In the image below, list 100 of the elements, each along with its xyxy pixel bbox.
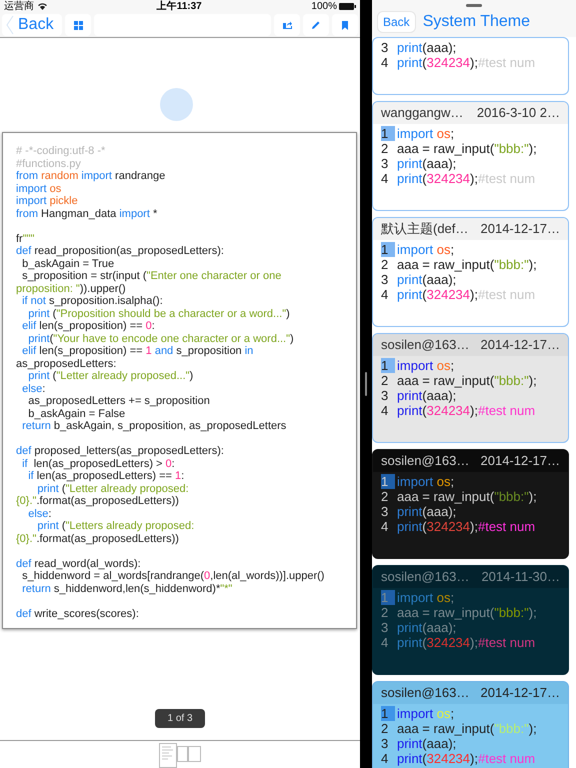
code-line: elif len(s_proposition) == 1 and s_proposition in	[21, 345, 254, 358]
code-line: if not s_proposition.isalpha():	[21, 295, 164, 308]
code-line: print ("Proposition should be a character or a word...")	[27, 308, 291, 320]
code-line: import os;	[397, 358, 454, 373]
theme-card[interactable]: sosilen@163… 2014-11-30… 1 import os; 2 aaa = raw_input("bbb:"); 3 print(aaa); 4 print(324234);#test num	[372, 565, 569, 675]
code-line: {0}.".format(as_proposedLetters))	[16, 532, 180, 545]
line-number: 2	[381, 605, 390, 620]
theme-date: 2014-12-17…	[480, 336, 560, 354]
edit-button[interactable]	[303, 14, 329, 36]
theme-date: 2014-12-17…	[480, 220, 560, 238]
bookmark-button[interactable]	[332, 14, 358, 36]
pencil-icon	[312, 21, 320, 29]
line-number: 1	[381, 358, 395, 373]
carrier-label: 运营商	[4, 0, 34, 14]
code-line: else:	[27, 508, 52, 520]
code-line: aaa = raw_input("bbb:");	[397, 605, 537, 620]
code-line: print(aaa);	[397, 504, 456, 519]
line-number: 3	[381, 504, 390, 519]
code-line: print(324234);#test num	[397, 519, 536, 534]
bookmark-icon	[342, 20, 348, 30]
code-line: import pickle	[16, 195, 79, 208]
code-line: #functions.py	[16, 158, 82, 170]
line-number: 1	[381, 242, 395, 257]
code-line: print(324234);#test num	[397, 403, 536, 418]
code-line: aaa = raw_input("bbb:");	[397, 257, 537, 272]
line-number: 2	[381, 721, 390, 736]
theme-name: sosilen@163…	[381, 684, 470, 702]
theme-date: 2016-3-10 2…	[476, 104, 560, 122]
code-line: print(aaa);	[397, 620, 456, 635]
code-line: s_proposition = str(input ("Enter one character or one	[21, 270, 282, 282]
line-number: 4	[381, 519, 390, 534]
code-line: aaa = raw_input("bbb:");	[397, 489, 537, 504]
code-line: fr"""	[16, 232, 36, 245]
code-line: return b_askAgain, s_proposition, as_proposedLetters	[21, 420, 288, 432]
code-line: as_proposedLetters:	[16, 358, 118, 370]
code-line: from Hangman_data import *	[16, 208, 158, 220]
code-line: if len(as_proposedLetters) == 1:	[27, 470, 186, 482]
code-line: def read_proposition(as_proposedLetters):	[16, 245, 225, 258]
battery-icon	[338, 3, 356, 10]
chevron-left-icon	[6, 15, 14, 35]
theme-name: sosilen@163…	[381, 568, 470, 586]
share-button[interactable]	[274, 14, 300, 36]
code-line: import os;	[397, 706, 454, 721]
touch-indicator	[160, 88, 193, 121]
code-line: import os;	[397, 474, 454, 489]
code-line: print(aaa);	[397, 736, 456, 751]
code-line: aaa = raw_input("bbb:");	[397, 141, 537, 156]
line-number: 2	[381, 373, 390, 388]
grid-icon	[74, 20, 82, 30]
page-thumbnails-icon[interactable]	[159, 743, 201, 768]
code-line: print(324234);#test num	[397, 635, 536, 650]
line-number: 3	[381, 40, 390, 55]
code-line: print(324234);#test num	[397, 751, 536, 766]
line-number: 3	[381, 272, 390, 287]
line-number: 3	[381, 388, 390, 403]
code-line: import os;	[397, 242, 454, 257]
split-handle[interactable]	[365, 372, 367, 396]
code-line: b_askAgain = True	[21, 258, 116, 270]
code-line: print(aaa);	[397, 272, 456, 287]
code-line: elif len(s_proposition) == 0:	[21, 320, 156, 332]
title-field[interactable]	[94, 14, 271, 36]
line-number: 2	[381, 489, 390, 504]
code-line: print(aaa);	[397, 156, 456, 171]
panel-title: System Theme	[422, 12, 530, 32]
line-number: 2	[381, 257, 390, 272]
line-number: 1	[381, 126, 395, 141]
battery-percent: 100%	[311, 0, 337, 14]
code-line: import os;	[397, 590, 454, 605]
back-button[interactable]: Back	[2, 14, 62, 36]
code-line: # -*-coding:utf-8 -*	[16, 145, 106, 158]
code-line: import os;	[397, 126, 454, 141]
theme-card[interactable]: sosilen@163… 2014-12-17… 1 import os; 2 aaa = raw_input("bbb:"); 3 print(aaa); 4 print(324234);#test num	[372, 681, 569, 768]
page-indicator: 1 of 3	[155, 709, 205, 728]
drag-grabber[interactable]	[466, 4, 482, 7]
grid-view-button[interactable]	[65, 14, 91, 36]
line-number: 4	[381, 171, 390, 186]
back-button[interactable]: Back	[377, 11, 416, 33]
wifi-icon	[38, 3, 47, 10]
theme-date: 2014-11-30…	[481, 568, 560, 586]
code-line: if len(as_proposedLetters) > 0:	[21, 458, 176, 470]
code-line: aaa = raw_input("bbb:");	[397, 721, 537, 736]
theme-card[interactable]: sosilen@163… 2014-12-17… 1 import os; 2 aaa = raw_input("bbb:"); 3 print(aaa); 4 print(324234);#test num	[372, 449, 569, 559]
code-line: def proposed_letters(as_proposedLetters):	[16, 445, 225, 458]
line-number: 4	[381, 55, 390, 70]
code-line: print("Your have to encode one character or a word...")	[27, 332, 295, 345]
theme-name: wanggangw…	[381, 104, 464, 122]
code-line: else:	[21, 382, 46, 395]
code-line: print ("Letter already proposed...")	[27, 370, 194, 382]
line-number: 4	[381, 287, 390, 302]
theme-name: 默认主题(def…	[381, 220, 468, 238]
code-line: def read_word(al_words):	[16, 558, 142, 570]
theme-card[interactable]: sosilen@163… 2014-12-17… 1 import os; 2 aaa = raw_input("bbb:"); 3 print(aaa); 4 print(324234);#test num	[372, 333, 569, 443]
line-number: 4	[381, 403, 390, 418]
code-line: print ("Letters already proposed:	[36, 520, 196, 532]
code-line: {0}.".format(as_proposedLetters))	[16, 495, 180, 508]
code-line: return s_hiddenword,len(s_hiddenword)*"*"	[21, 582, 234, 595]
line-number: 1	[381, 590, 395, 605]
code-line: from random import randrange	[16, 170, 166, 182]
code-line: b_askAgain = False	[27, 408, 126, 420]
theme-name: sosilen@163…	[381, 336, 470, 354]
